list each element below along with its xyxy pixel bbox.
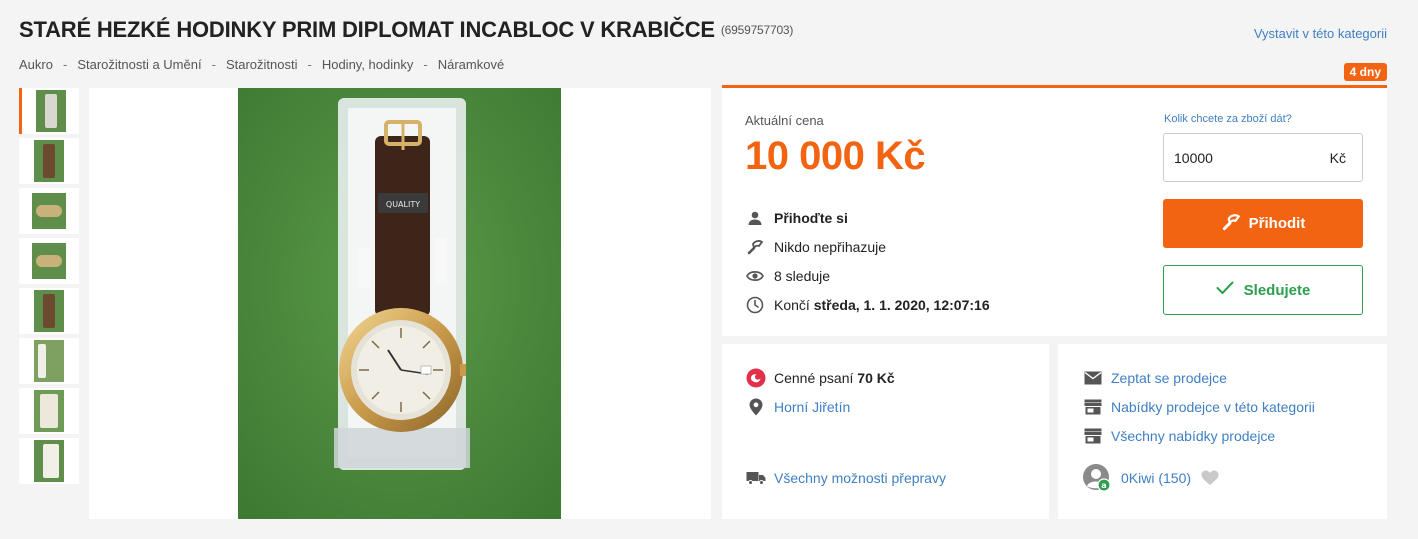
watchers-row: 8 sleduje (745, 266, 830, 286)
thumbnail[interactable] (19, 138, 79, 184)
watch-button-label: Sledujete (1243, 281, 1311, 299)
ends-row: Končí středa, 1. 1. 2020, 12:07:16 (745, 295, 990, 315)
bid-currency: Kč (1329, 150, 1346, 166)
gavel-icon (745, 237, 765, 257)
bid-info-text: Přihoďte si (774, 210, 848, 226)
all-shipping-row: Všechny možnosti přepravy (746, 468, 946, 488)
watchers-text: 8 sleduje (774, 268, 831, 284)
shipping-method-text: Cenné psaní (774, 370, 854, 386)
svg-text:a: a (1101, 481, 1106, 490)
page-title: STARÉ HEZKÉ HODINKY PRIM DIPLOMAT INCABL… (19, 17, 793, 43)
breadcrumb-item[interactable]: Starožitnosti (226, 57, 298, 72)
price-label: Aktuální cena (745, 113, 824, 128)
breadcrumb-separator: - (307, 57, 312, 72)
thumbnail[interactable] (19, 288, 79, 334)
bid-info-row: Přihoďte si (745, 208, 848, 228)
clock-icon (745, 295, 765, 315)
store-icon (1083, 426, 1103, 446)
bidders-row: Nikdo nepřihazuje (745, 237, 886, 257)
avatar[interactable]: a (1083, 464, 1111, 492)
thumbnail[interactable] (19, 438, 79, 484)
bidders-text: Nikdo nepřihazuje (774, 239, 887, 255)
thumbnail[interactable] (19, 238, 79, 284)
breadcrumb-item[interactable]: Hodiny, hodinky (322, 57, 414, 72)
czech-post-icon (746, 368, 766, 388)
all-offers-link[interactable]: Všechny nabídky prodejce (1111, 428, 1275, 444)
shipping-panel: Cenné psaní 70 Kč Horní Jiřetín Všechny … (722, 344, 1049, 519)
current-price: 10 000 Kč (745, 134, 926, 178)
seller-rating[interactable]: (150) (1158, 470, 1191, 486)
breadcrumb: Aukro - Starožitnosti a Umění - Starožitno… (19, 57, 504, 72)
price-panel: Aktuální cena 10 000 Kč Přihoďte si Nikd… (722, 85, 1387, 336)
breadcrumb-separator: - (423, 57, 428, 72)
shipping-method-row: Cenné psaní 70 Kč (746, 368, 895, 388)
breadcrumb-item[interactable]: Náramkové (438, 57, 504, 72)
bid-button[interactable]: Přihodit (1163, 199, 1363, 248)
watch-button[interactable]: Sledujete (1163, 265, 1363, 315)
heart-icon[interactable] (1201, 470, 1219, 486)
offers-in-category-row: Nabídky prodejce v této kategorii (1083, 397, 1315, 417)
ends-prefix: Končí (774, 297, 810, 313)
location-row: Horní Jiřetín (746, 397, 850, 417)
location-link[interactable]: Horní Jiřetín (774, 399, 850, 415)
thumbnail[interactable] (19, 188, 79, 234)
main-product-image[interactable]: QUALITY (238, 88, 561, 519)
check-icon (1216, 281, 1234, 299)
svg-text:QUALITY: QUALITY (386, 200, 420, 209)
main-image-container: QUALITY (89, 88, 711, 519)
thumbnail-image (32, 243, 66, 279)
user-icon (745, 208, 765, 228)
seller-name-link[interactable]: 0Kiwi (1121, 470, 1154, 486)
truck-icon (746, 468, 766, 488)
bid-question-label: Kolik chcete za zboží dát? (1164, 113, 1292, 125)
eye-icon (745, 266, 765, 286)
location-pin-icon (746, 397, 766, 417)
time-left-badge: 4 dny (1343, 63, 1387, 81)
breadcrumb-item[interactable]: Aukro (19, 57, 53, 72)
breadcrumb-item[interactable]: Starožitnosti a Umění (77, 57, 201, 72)
thumbnail-image (32, 193, 66, 229)
thumbnail-image (35, 90, 66, 132)
breadcrumb-separator: - (62, 57, 68, 72)
seller-info-row: a 0Kiwi (150) (1083, 464, 1219, 492)
shipping-price: 70 Kč (857, 370, 895, 386)
watch-photo-illustration: QUALITY (238, 88, 561, 519)
bid-amount-input[interactable] (1164, 134, 1324, 181)
ends-value: středa, 1. 1. 2020, 12:07:16 (813, 297, 990, 313)
bid-input-box: Kč (1163, 133, 1363, 182)
seller-panel: Zeptat se prodejce Nabídky prodejce v té… (1058, 344, 1387, 519)
envelope-icon (1083, 368, 1103, 388)
bid-button-label: Přihodit (1248, 215, 1306, 232)
all-shipping-link[interactable]: Všechny možnosti přepravy (774, 470, 946, 486)
ask-seller-row: Zeptat se prodejce (1083, 368, 1227, 388)
thumbnail-image (34, 140, 64, 182)
thumbnail-image (34, 340, 64, 382)
thumbnail[interactable] (19, 88, 79, 134)
offers-in-category-link[interactable]: Nabídky prodejce v této kategorii (1111, 399, 1315, 415)
gavel-icon (1221, 212, 1241, 236)
ask-seller-link[interactable]: Zeptat se prodejce (1111, 370, 1227, 386)
thumbnail-list (19, 88, 79, 488)
thumbnail[interactable] (19, 338, 79, 384)
thumbnail-image (34, 390, 64, 432)
thumbnail[interactable] (19, 388, 79, 434)
breadcrumb-separator: - (211, 57, 216, 72)
all-offers-row: Všechny nabídky prodejce (1083, 426, 1275, 446)
list-in-category-link[interactable]: Vystavit v této kategorii (1254, 26, 1387, 41)
item-id: (6959757703) (720, 23, 794, 37)
title-text: STARÉ HEZKÉ HODINKY PRIM DIPLOMAT INCABL… (19, 17, 715, 42)
store-icon (1083, 397, 1103, 417)
thumbnail-image (34, 290, 64, 332)
thumbnail-image (34, 440, 64, 482)
